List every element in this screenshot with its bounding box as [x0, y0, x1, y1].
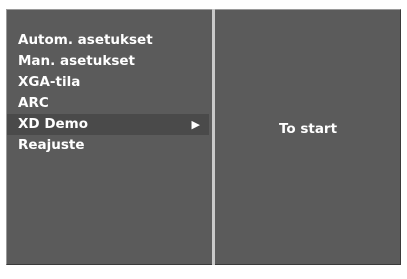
submenu-option-to-start[interactable]: To start — [215, 119, 401, 140]
menu-item-label: XD Demo — [18, 116, 89, 132]
menu-item-reset[interactable]: Reajuste — [7, 135, 212, 156]
menu-item-label: Autom. asetukset — [18, 32, 153, 48]
menu-list: Autom. asetukset Man. asetukset XGA-tila… — [7, 30, 212, 156]
menu-item-xd-demo[interactable]: XD Demo ▶ — [7, 114, 209, 135]
menu-item-auto-settings[interactable]: Autom. asetukset — [7, 30, 212, 51]
right-triangle-icon: ▶ — [191, 118, 200, 131]
menu-item-label: Man. asetukset — [18, 53, 135, 69]
osd-menu: Autom. asetukset Man. asetukset XGA-tila… — [0, 0, 407, 279]
submenu-panel: To start — [215, 9, 401, 265]
menu-item-manual-settings[interactable]: Man. asetukset — [7, 51, 212, 72]
menu-item-label: ARC — [18, 95, 49, 111]
menu-item-arc[interactable]: ARC — [7, 93, 212, 114]
menu-item-label: Reajuste — [18, 137, 85, 153]
menu-item-xga-mode[interactable]: XGA-tila — [7, 72, 212, 93]
main-menu-panel: Autom. asetukset Man. asetukset XGA-tila… — [6, 9, 212, 265]
menu-item-label: XGA-tila — [18, 74, 81, 90]
